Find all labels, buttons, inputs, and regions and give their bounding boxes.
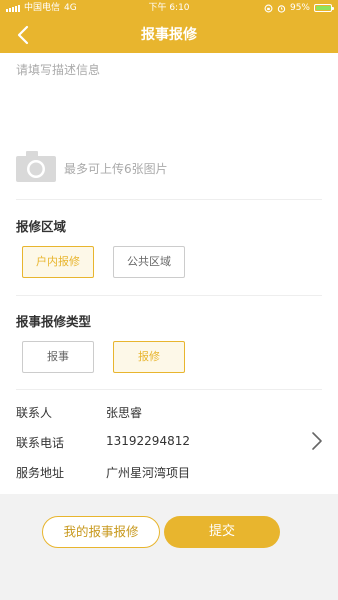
chevron-right-icon[interactable] xyxy=(310,431,324,451)
type-option-repair[interactable]: 报修 xyxy=(113,341,185,373)
description-input[interactable] xyxy=(16,61,316,141)
nav-bar: 报事报修 xyxy=(0,18,338,52)
type-option-report[interactable]: 报事 xyxy=(22,341,94,373)
my-reports-button[interactable]: 我的报事报修 xyxy=(42,516,160,548)
page-title: 报事报修 xyxy=(141,27,197,43)
area-section-title: 报修区域 xyxy=(16,219,67,234)
action-footer: 我的报事报修 提交 xyxy=(0,494,338,600)
area-option-public[interactable]: 公共区域 xyxy=(113,246,185,278)
divider xyxy=(16,199,322,200)
chevron-left-icon[interactable] xyxy=(12,23,36,47)
battery-icon xyxy=(314,4,334,12)
contact-phone-label: 联系电话 xyxy=(16,436,65,450)
service-address-value[interactable]: 广州星河湾项目 xyxy=(106,464,190,481)
report-form: 最多可上传6张图片 报修区域 户内报修 公共区域 报事报修类型 报事 报修 联系… xyxy=(0,53,338,494)
contact-name-label: 联系人 xyxy=(16,406,53,420)
battery-percent: 95% xyxy=(289,3,310,13)
alarm-icon xyxy=(277,4,286,13)
camera-icon[interactable] xyxy=(16,150,56,182)
status-bar-right: 95% xyxy=(264,0,334,16)
divider xyxy=(16,295,322,296)
submit-button[interactable]: 提交 xyxy=(164,516,280,548)
service-address-label: 服务地址 xyxy=(16,466,65,480)
battery-level xyxy=(316,6,332,10)
contact-phone-value[interactable]: 13192294812 xyxy=(106,434,190,448)
type-section-title: 报事报修类型 xyxy=(16,314,92,329)
status-bar: 中国电信 4G 下午 6:10 95% xyxy=(0,0,338,16)
upload-hint: 最多可上传6张图片 xyxy=(64,162,168,176)
divider xyxy=(16,389,322,390)
rotation-lock-icon xyxy=(264,4,273,12)
app-header: 中国电信 4G 下午 6:10 95% 报事报修 xyxy=(0,0,338,53)
area-option-indoor[interactable]: 户内报修 xyxy=(22,246,94,278)
contact-name-value[interactable]: 张思睿 xyxy=(106,404,142,421)
